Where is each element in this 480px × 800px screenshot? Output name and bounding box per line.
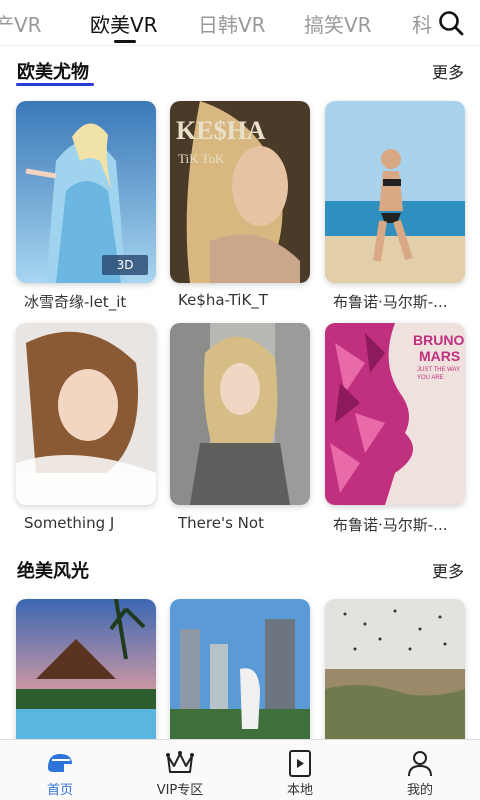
search-icon [439,11,464,36]
nav-vip[interactable]: VIP专区 [120,740,240,800]
thumbnail-something-j [16,323,156,505]
video-card-beach[interactable] [325,101,465,283]
section-title-underline [16,83,94,86]
album-subtitle-kesha: TiK ToK [178,151,225,166]
video-card-bruno-mars[interactable]: BRUNO MARS JUST THE WAY YOU ARE [325,323,465,505]
thumbnail-theres-not [170,323,310,505]
user-icon [408,751,432,777]
video-card-something-j[interactable] [16,323,156,505]
tab-tech-vr[interactable]: 科 [412,9,432,38]
thumbnail-kesha: KE$HA TiK ToK [170,101,310,283]
tab-jpkr-vr[interactable]: 日韩VR [198,9,266,38]
video-card-kesha[interactable]: KE$HA TiK ToK [170,101,310,283]
search-button[interactable] [436,8,466,38]
video-title: 冰雪奇缘-let_it [24,293,127,311]
album-subtitle-bruno-1: JUST THE WAY [417,367,460,373]
album-title-kesha: KE$HA [176,116,266,145]
active-tab-indicator [114,40,136,43]
more-link-western[interactable]: 更多 [432,59,464,83]
tab-western-vr[interactable]: 欧美VR [90,9,158,38]
section-title-western: 欧美尤物 [17,62,89,83]
nav-local[interactable]: 本地 [240,740,360,800]
video-title: 布鲁诺·马尔斯-... [333,516,448,534]
nav-label-vip: VIP专区 [156,783,204,798]
video-file-icon [289,750,311,777]
thumbnail-beach [325,101,465,283]
nav-label-home: 首页 [46,783,73,798]
video-card-frozen[interactable]: 3D [16,101,156,283]
section-title-scenery: 绝美风光 [17,561,89,582]
tab-funny-vr[interactable]: 搞笑VR [304,9,372,38]
video-title: Something J [24,514,115,532]
album-title-bruno-2: MARS [419,348,460,364]
nav-label-local: 本地 [286,783,313,798]
video-card-theres-not[interactable] [170,323,310,505]
crown-icon [166,751,194,773]
video-title: There's Not [178,514,264,532]
more-link-scenery[interactable]: 更多 [432,558,464,582]
tab-domestic-vr[interactable]: 产VR [0,9,42,38]
nav-home[interactable]: 首页 [0,740,120,800]
video-title: Ke$ha-TiK_T [178,291,268,309]
album-title-bruno-1: BRUNO [413,332,464,348]
home-icon [48,754,72,772]
3d-badge: 3D [102,255,148,275]
bottom-navigation: 首页 VIP专区 本地 我的 [0,739,480,800]
nav-label-profile: 我的 [406,783,433,798]
top-tab-bar: 产VR 欧美VR 日韩VR 搞笑VR 科 [0,0,480,46]
thumbnail-bruno-mars: BRUNO MARS JUST THE WAY YOU ARE [325,323,465,505]
video-title: 布鲁诺·马尔斯-... [333,293,448,311]
album-subtitle-bruno-2: YOU ARE [417,375,444,381]
nav-profile[interactable]: 我的 [360,740,480,800]
